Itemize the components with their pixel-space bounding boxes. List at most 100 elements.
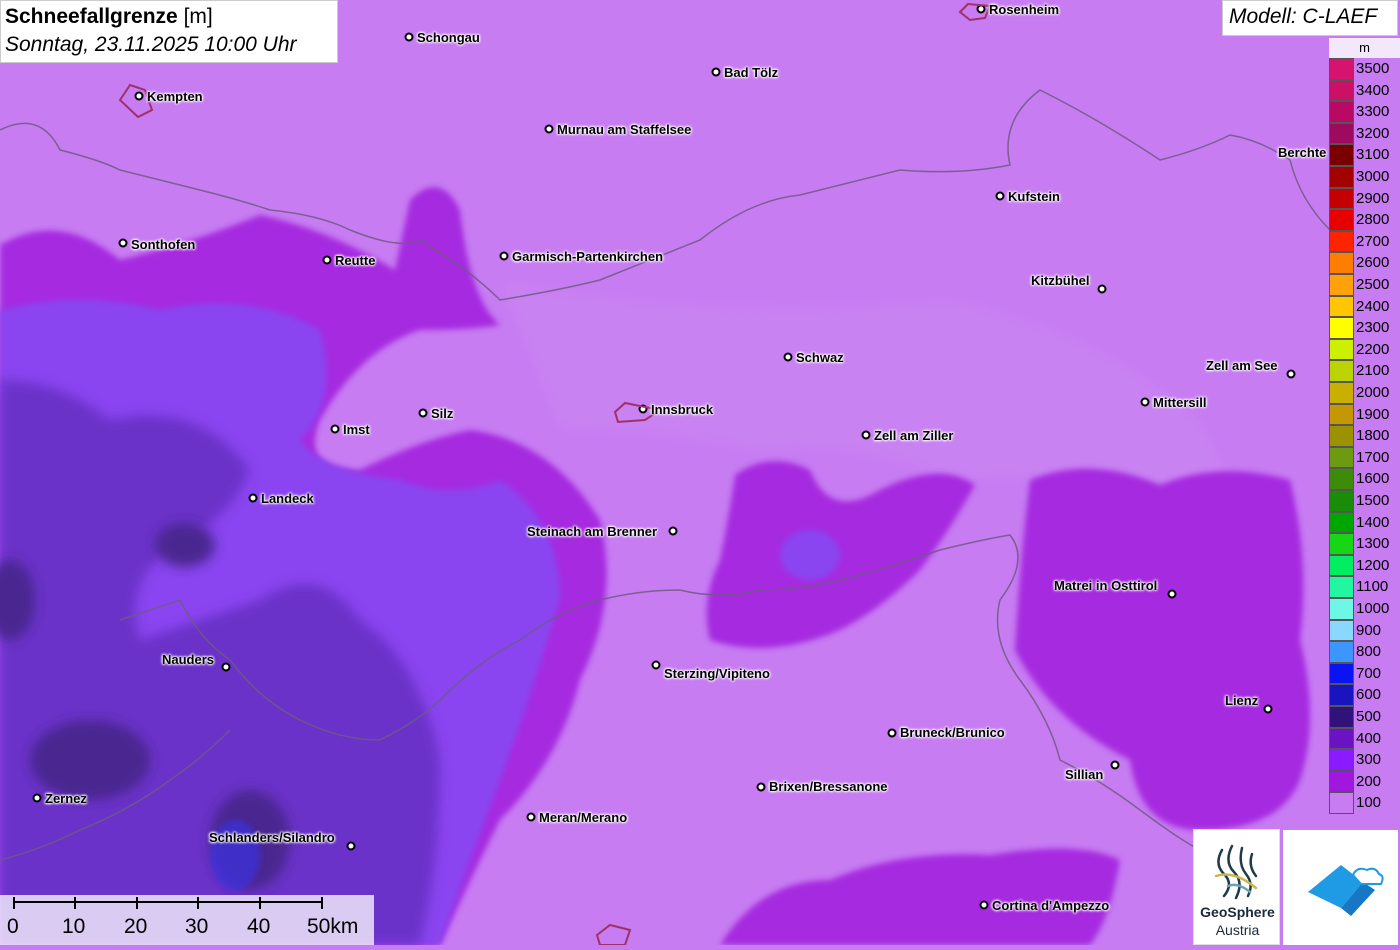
legend-label: 100 xyxy=(1355,792,1400,814)
scale-label-20: 20 xyxy=(124,915,148,938)
legend-swatch xyxy=(1329,749,1354,771)
legend-swatch xyxy=(1329,144,1354,166)
legend-row: 3500 xyxy=(1329,58,1400,80)
legend-label: 2900 xyxy=(1355,187,1400,210)
city-label: Garmisch-Partenkirchen xyxy=(512,249,664,264)
scale-bar: 0 10 20 30 40 50km xyxy=(0,895,374,945)
legend-label: 200 xyxy=(1355,770,1400,793)
model-label: Modell: C-LAEF xyxy=(1222,0,1398,36)
scale-label-10: 10 xyxy=(62,915,86,938)
legend-label: 1000 xyxy=(1355,598,1400,620)
city-label: Silz xyxy=(431,406,454,421)
legend-row: 2900 xyxy=(1329,187,1400,210)
legend-label: 3300 xyxy=(1355,101,1400,123)
legend-swatch xyxy=(1329,598,1354,620)
legend-row: 700 xyxy=(1329,662,1400,685)
legend-row: 100 xyxy=(1329,792,1400,814)
partner-logo xyxy=(1283,830,1398,945)
legend-label: 2200 xyxy=(1355,338,1400,361)
legend-label: 3500 xyxy=(1355,58,1400,80)
legend-swatch xyxy=(1329,792,1354,814)
legend-row: 2100 xyxy=(1329,360,1400,382)
legend-label: 1900 xyxy=(1355,403,1400,426)
legend-label: 1700 xyxy=(1355,446,1400,469)
legend-row: 2500 xyxy=(1329,274,1400,296)
legend-row: 3400 xyxy=(1329,79,1400,102)
city-label: Sillian xyxy=(1065,767,1104,782)
city-label: Imst xyxy=(343,422,370,437)
legend-label: 400 xyxy=(1355,727,1400,750)
city-label: Innsbruck xyxy=(651,402,714,417)
legend-label: 700 xyxy=(1355,662,1400,685)
legend-label: 3200 xyxy=(1355,122,1400,145)
city-label: Reutte xyxy=(335,253,376,268)
map-title-unit: [m] xyxy=(183,5,213,28)
city-label: Zernez xyxy=(45,791,87,806)
legend-row: 1100 xyxy=(1329,576,1400,598)
legend-swatch xyxy=(1329,360,1354,382)
legend-row: 1900 xyxy=(1329,403,1400,426)
legend-swatch xyxy=(1329,338,1354,361)
legend-label: 1500 xyxy=(1355,490,1400,512)
legend-swatch xyxy=(1329,274,1354,296)
legend-row: 200 xyxy=(1329,770,1400,793)
legend-label: 3100 xyxy=(1355,144,1400,166)
legend-row: 3200 xyxy=(1329,122,1400,145)
legend-label: 900 xyxy=(1355,619,1400,642)
legend-label: 2400 xyxy=(1355,295,1400,318)
city-label: Brixen/Bressanone xyxy=(769,779,888,794)
legend-row: 1200 xyxy=(1329,554,1400,577)
legend-row: 2000 xyxy=(1329,382,1400,404)
city-label: Zell am See xyxy=(1206,358,1278,373)
legend-row: 1800 xyxy=(1329,425,1400,447)
legend-row: 2700 xyxy=(1329,230,1400,253)
city-label: Schlanders/Silandro xyxy=(209,830,335,845)
geosphere-logo: GeoSphere Austria xyxy=(1193,829,1280,945)
city-label: Schwaz xyxy=(796,350,844,365)
legend-row: 2400 xyxy=(1329,295,1400,318)
title-box: Schneefallgrenze [m] Sonntag, 23.11.2025… xyxy=(0,0,338,63)
city-label: Kitzbühel xyxy=(1031,273,1090,288)
legend-label: 1100 xyxy=(1355,576,1400,598)
legend-swatch xyxy=(1329,727,1354,750)
scale-label-50km: 50km xyxy=(307,915,359,938)
legend-row: 300 xyxy=(1329,749,1400,771)
legend-label: 3400 xyxy=(1355,79,1400,102)
map-subtitle: Sonntag, 23.11.2025 10:00 Uhr xyxy=(5,33,297,56)
legend-swatch xyxy=(1329,425,1354,447)
legend-label: 2500 xyxy=(1355,274,1400,296)
legend-swatch xyxy=(1329,576,1354,598)
geosphere-country: Austria xyxy=(1215,922,1260,938)
legend-row: 3000 xyxy=(1329,166,1400,188)
city-label: Lienz xyxy=(1225,693,1259,708)
geosphere-icon xyxy=(1214,844,1258,900)
legend-label: 2100 xyxy=(1355,360,1400,382)
city-label: Mittersill xyxy=(1153,395,1207,410)
legend-label: 2300 xyxy=(1355,317,1400,339)
city-label: Zell am Ziller xyxy=(874,428,954,443)
legend-swatch xyxy=(1329,511,1354,534)
legend-label: 600 xyxy=(1355,684,1400,706)
legend-label: 800 xyxy=(1355,641,1400,663)
legend-swatch xyxy=(1329,166,1354,188)
legend-label: 1300 xyxy=(1355,533,1400,555)
legend-label: 1200 xyxy=(1355,554,1400,577)
legend-swatch xyxy=(1329,533,1354,555)
legend-row: 1500 xyxy=(1329,490,1400,512)
legend-swatch xyxy=(1329,662,1354,685)
legend-swatch xyxy=(1329,209,1354,231)
scale-label-30: 30 xyxy=(185,915,209,938)
legend-row: 1700 xyxy=(1329,446,1400,469)
legend-label: 3000 xyxy=(1355,166,1400,188)
snowfall-line-map xyxy=(0,0,1400,945)
legend-swatch xyxy=(1329,770,1354,793)
legend-swatch xyxy=(1329,122,1354,145)
legend-row: 800 xyxy=(1329,641,1400,663)
legend-row: 1400 xyxy=(1329,511,1400,534)
legend-swatch xyxy=(1329,295,1354,318)
legend-label: 2700 xyxy=(1355,230,1400,253)
scale-label-0: 0 xyxy=(7,915,19,938)
legend-label: 300 xyxy=(1355,749,1400,771)
legend-row: 3300 xyxy=(1329,101,1400,123)
legend-label: 1600 xyxy=(1355,468,1400,490)
